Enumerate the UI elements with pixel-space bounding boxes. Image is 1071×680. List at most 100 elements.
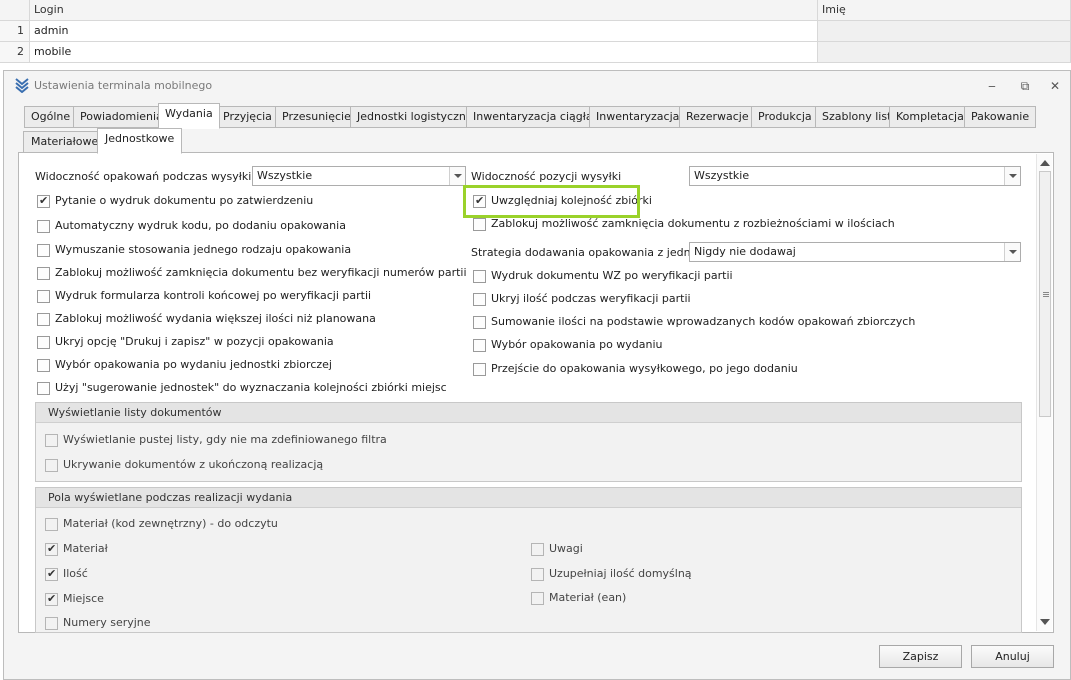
- column-header-imie[interactable]: Imię: [818, 0, 1071, 21]
- checkbox-label: Zablokuj możliwość zamknięcia dokumentu …: [55, 266, 467, 279]
- chevron-down-icon[interactable]: [449, 167, 465, 185]
- grid-corner: [0, 0, 30, 21]
- tab-wydania[interactable]: Wydania: [158, 103, 220, 129]
- group-issue-fields: Pola wyświetlane podczas realizacji wyda…: [35, 487, 1022, 633]
- row-number: 2: [0, 42, 30, 63]
- checkbox-label: Wydruk formularza kontroli końcowej po w…: [55, 289, 372, 302]
- scroll-up-icon[interactable]: [1040, 160, 1050, 166]
- tab-produkcja[interactable]: Produkcja: [751, 106, 819, 128]
- tab-szablony-list[interactable]: Szablony list: [815, 106, 899, 128]
- subtab-jednostkowe[interactable]: Jednostkowe: [97, 128, 183, 154]
- checkbox-label: Numery seryjne: [63, 616, 151, 629]
- checkbox-box[interactable]: [45, 542, 58, 556]
- chevron-down-icon[interactable]: [1004, 167, 1020, 185]
- group-title: Pola wyświetlane podczas realizacji wyda…: [36, 488, 1021, 508]
- row-number: 1: [0, 21, 30, 42]
- dialog-title: Ustawienia terminala mobilnego: [34, 79, 213, 92]
- checkbox-label: Materiał (ean): [549, 591, 627, 604]
- tab-ogolne[interactable]: Ogólne: [24, 106, 78, 128]
- checkbox-box[interactable]: [531, 568, 544, 581]
- cancel-button[interactable]: Anuluj: [971, 645, 1054, 668]
- subtab-materialowe[interactable]: Materiałowe: [23, 131, 107, 153]
- checkbox-box[interactable]: [45, 434, 58, 447]
- checkbox-label: Miejsce: [63, 592, 104, 605]
- cell-login[interactable]: admin: [30, 21, 818, 42]
- packaging-strategy-value: Nigdy nie dodawaj: [694, 245, 796, 258]
- packaging-strategy-label: Strategia dodawania opakowania z jednost…: [471, 246, 717, 259]
- checkbox-label: Zablokuj możliwość wydania większej iloś…: [55, 312, 376, 325]
- shipment-visibility-select[interactable]: Wszystkie: [689, 166, 1021, 186]
- checkbox-box[interactable]: [473, 363, 486, 376]
- checkbox-label: Pytanie o wydruk dokumentu po zatwierdze…: [55, 194, 314, 207]
- users-grid: Login Imię 1 admin 2 mobile: [0, 0, 1071, 64]
- checkbox-box[interactable]: [45, 617, 58, 630]
- column-header-login[interactable]: Login: [30, 0, 818, 21]
- checkbox-box[interactable]: [45, 567, 58, 581]
- tab-inwentaryzacja[interactable]: Inwentaryzacja: [589, 106, 687, 128]
- checkbox-box[interactable]: [473, 293, 486, 306]
- checkbox-label: Materiał: [63, 542, 108, 555]
- checkbox-box[interactable]: [37, 194, 50, 208]
- tab-inwentaryzacja-ciagla[interactable]: Inwentaryzacja ciągła: [466, 106, 600, 128]
- checkbox-box[interactable]: [473, 316, 486, 329]
- packaging-visibility-select[interactable]: Wszystkie: [252, 166, 466, 186]
- cell-login[interactable]: mobile: [30, 42, 818, 63]
- checkbox-box[interactable]: [37, 382, 50, 395]
- group-title: Wyświetlanie listy dokumentów: [36, 403, 1021, 423]
- shipment-visibility-label: Widoczność pozycji wysyłki: [471, 170, 622, 183]
- packaging-visibility-value: Wszystkie: [257, 169, 313, 182]
- restore-icon[interactable]: ⧉: [1017, 79, 1033, 93]
- tab-pakowanie[interactable]: Pakowanie: [964, 106, 1037, 128]
- checkbox-label: Wydruk dokumentu WZ po weryfikacji parti…: [491, 269, 733, 282]
- shipment-visibility-value: Wszystkie: [694, 169, 750, 182]
- checkbox-box[interactable]: [37, 359, 50, 372]
- checkbox-label: Uzupełniaj ilość domyślną: [549, 567, 692, 580]
- checkbox-box[interactable]: [37, 267, 50, 280]
- checkbox-box[interactable]: [531, 543, 544, 556]
- tab-kompletacja[interactable]: Kompletacja: [889, 106, 971, 128]
- checkbox-box[interactable]: [37, 313, 50, 326]
- checkbox-box[interactable]: [473, 339, 486, 352]
- checkbox-box[interactable]: [531, 592, 544, 605]
- checkbox-box[interactable]: [473, 270, 486, 283]
- minimize-icon[interactable]: ‒: [984, 79, 1000, 93]
- checkbox-box[interactable]: [473, 218, 486, 231]
- checkbox-label: Przejście do opakowania wysyłkowego, po …: [491, 362, 798, 375]
- save-button[interactable]: Zapisz: [879, 645, 962, 668]
- tab-przyjecia[interactable]: Przyjęcia: [216, 106, 279, 128]
- chevron-down-icon[interactable]: [1004, 243, 1020, 261]
- checkbox-box[interactable]: [37, 290, 50, 303]
- app-logo-icon: [15, 78, 29, 93]
- checkbox-label: Wybór opakowania po wydaniu jednostki zb…: [55, 358, 332, 371]
- checkbox-label: Ilość: [63, 567, 88, 580]
- checkbox-label: Sumowanie ilości na podstawie wprowadzan…: [491, 315, 916, 328]
- checkbox-label: Zablokuj możliwość zamknięcia dokumentu …: [491, 217, 895, 230]
- tab-rezerwacje[interactable]: Rezerwacje: [679, 106, 756, 128]
- checkbox-label: Ukrywanie dokumentów z ukończoną realiza…: [63, 458, 324, 471]
- packaging-visibility-label: Widoczność opakowań podczas wysyłki: [35, 170, 252, 183]
- checkbox-box[interactable]: [37, 244, 50, 257]
- grip-icon: [1043, 292, 1049, 293]
- cell-imie[interactable]: [818, 42, 1071, 63]
- checkbox-label: Wymuszanie stosowania jednego rodzaju op…: [55, 243, 352, 256]
- checkbox-label: Wyświetlanie pustej listy, gdy nie ma zd…: [63, 433, 387, 446]
- tab-przesuniecie[interactable]: Przesunięcie: [275, 106, 358, 128]
- checkbox-label: Wybór opakowania po wydaniu: [491, 338, 663, 351]
- checkbox-label: Ukryj ilość podczas weryfikacji partii: [491, 292, 691, 305]
- close-icon[interactable]: ✕: [1047, 79, 1063, 93]
- checkbox-box[interactable]: [37, 220, 50, 233]
- checkbox-label: Materiał (kod zewnętrzny) - do odczytu: [63, 517, 278, 530]
- tab-jednostki-logistyczne[interactable]: Jednostki logistyczne: [350, 106, 480, 128]
- tab-powiadomienia[interactable]: Powiadomienia: [73, 106, 170, 128]
- checkbox-box[interactable]: [45, 518, 58, 531]
- vertical-scrollbar[interactable]: [1036, 154, 1052, 631]
- cell-imie[interactable]: [818, 21, 1071, 42]
- checkbox-box[interactable]: [37, 336, 50, 349]
- checkbox-box[interactable]: [45, 459, 58, 472]
- checkbox-label: Automatyczny wydruk kodu, po dodaniu opa…: [55, 219, 346, 232]
- scroll-down-icon[interactable]: [1040, 619, 1050, 625]
- checkbox-label: Uwagi: [549, 542, 583, 555]
- scroll-thumb[interactable]: [1039, 171, 1051, 417]
- checkbox-box[interactable]: [45, 592, 58, 606]
- packaging-strategy-select[interactable]: Nigdy nie dodawaj: [689, 242, 1021, 262]
